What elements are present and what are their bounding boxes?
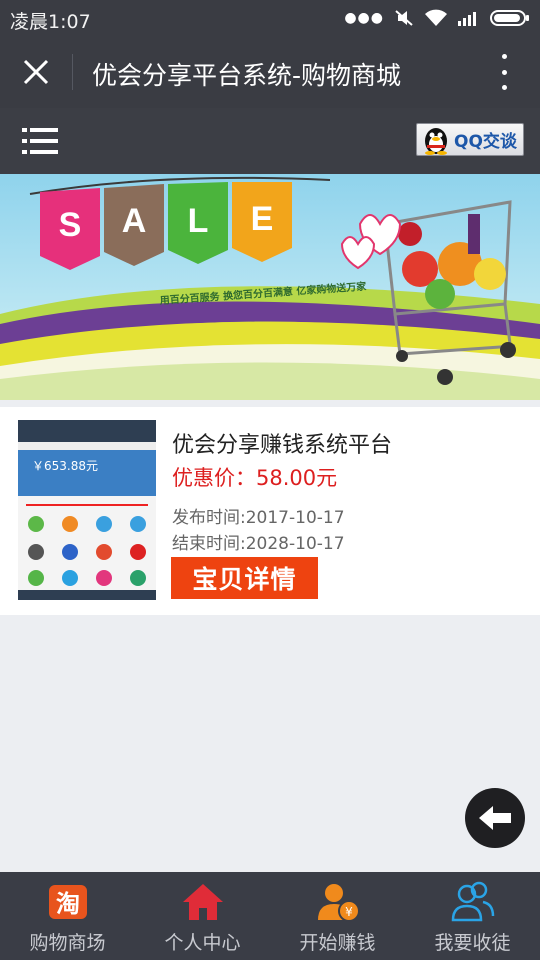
- more-vertical-icon: [501, 54, 507, 59]
- signal-icon: [458, 12, 476, 26]
- tab-label: 开始赚钱: [299, 932, 376, 954]
- end-date: 结束时间:2028-10-17: [172, 534, 345, 554]
- back-button[interactable]: [465, 788, 525, 848]
- qq-penguin-icon: [425, 127, 447, 155]
- product-thumbnail[interactable]: ￥653.88元: [18, 420, 156, 600]
- sale-banner[interactable]: S A L E 用百分百服务 换您百分百满意 亿家购物送万家: [0, 174, 540, 400]
- tab-shopping-mall[interactable]: 淘 购物商场: [0, 872, 135, 960]
- svg-text:S: S: [59, 206, 82, 244]
- tab-start-earning[interactable]: ¥ 开始赚钱: [270, 872, 405, 960]
- tab-label: 我要收徒: [434, 932, 511, 954]
- qq-chat-label: QQ交谈: [454, 132, 517, 152]
- svg-text:E: E: [251, 200, 274, 238]
- sale-flag-e: E: [232, 182, 292, 262]
- arrow-left-icon: [479, 806, 511, 830]
- sale-flag-l: L: [168, 182, 228, 264]
- wifi-icon: [425, 9, 447, 26]
- product-price: 优惠价：58.00元: [172, 466, 338, 490]
- status-bar: 凌晨1:07 ●●●: [0, 0, 540, 36]
- users-icon: [451, 881, 495, 922]
- svg-text:淘: 淘: [56, 890, 80, 918]
- svg-text:L: L: [188, 202, 209, 240]
- status-time: 凌晨1:07: [10, 11, 91, 33]
- home-icon: [183, 884, 223, 920]
- close-icon: [23, 59, 49, 85]
- qq-chat-button[interactable]: QQ交谈: [416, 123, 524, 156]
- browser-titlebar: 优会分享平台系统-购物商城: [0, 36, 540, 108]
- svg-text:¥: ¥: [345, 905, 353, 919]
- page-title: 优会分享平台系统-购物商城: [92, 61, 402, 90]
- tab-label: 个人中心: [164, 932, 241, 954]
- thumb-amount: ￥653.88元: [32, 459, 98, 473]
- app-screenshot-thumbnail: ￥653.88元: [18, 420, 156, 600]
- tab-label: 购物商场: [29, 932, 106, 954]
- taobao-icon: 淘: [49, 885, 87, 919]
- sale-banner-graphic: S A L E 用百分百服务 换您百分百满意 亿家购物送万家: [0, 174, 540, 400]
- product-title[interactable]: 优会分享赚钱系统平台: [172, 427, 392, 459]
- menu-button[interactable]: [22, 126, 58, 156]
- tab-recruit[interactable]: 我要收徒: [405, 872, 540, 960]
- svg-text:A: A: [122, 202, 147, 240]
- publish-date: 发布时间:2017-10-17: [172, 508, 345, 528]
- sale-flag-a: A: [104, 184, 164, 266]
- title-divider: [72, 54, 73, 90]
- mute-icon: [395, 10, 413, 26]
- site-header: QQ交谈: [0, 108, 540, 174]
- product-detail-button[interactable]: 宝贝详情: [171, 557, 318, 599]
- person-yuan-icon: ¥: [318, 884, 360, 922]
- bottom-tab-bar: 淘 购物商场 个人中心 ¥ 开始赚钱 我要收徒: [0, 872, 540, 960]
- list-menu-icon: [22, 128, 58, 154]
- more-dots-icon: ●●●: [344, 10, 384, 26]
- close-button[interactable]: [18, 54, 54, 90]
- product-card[interactable]: ￥653.88元 优会分享赚钱系统平台 优惠价：58.00元 发布时间:2017…: [0, 407, 540, 615]
- more-options-button[interactable]: [494, 54, 514, 90]
- tab-personal-center[interactable]: 个人中心: [135, 872, 270, 960]
- sale-flag-s: S: [40, 188, 100, 270]
- status-icons: ●●●: [344, 9, 530, 27]
- battery-icon: [490, 10, 529, 26]
